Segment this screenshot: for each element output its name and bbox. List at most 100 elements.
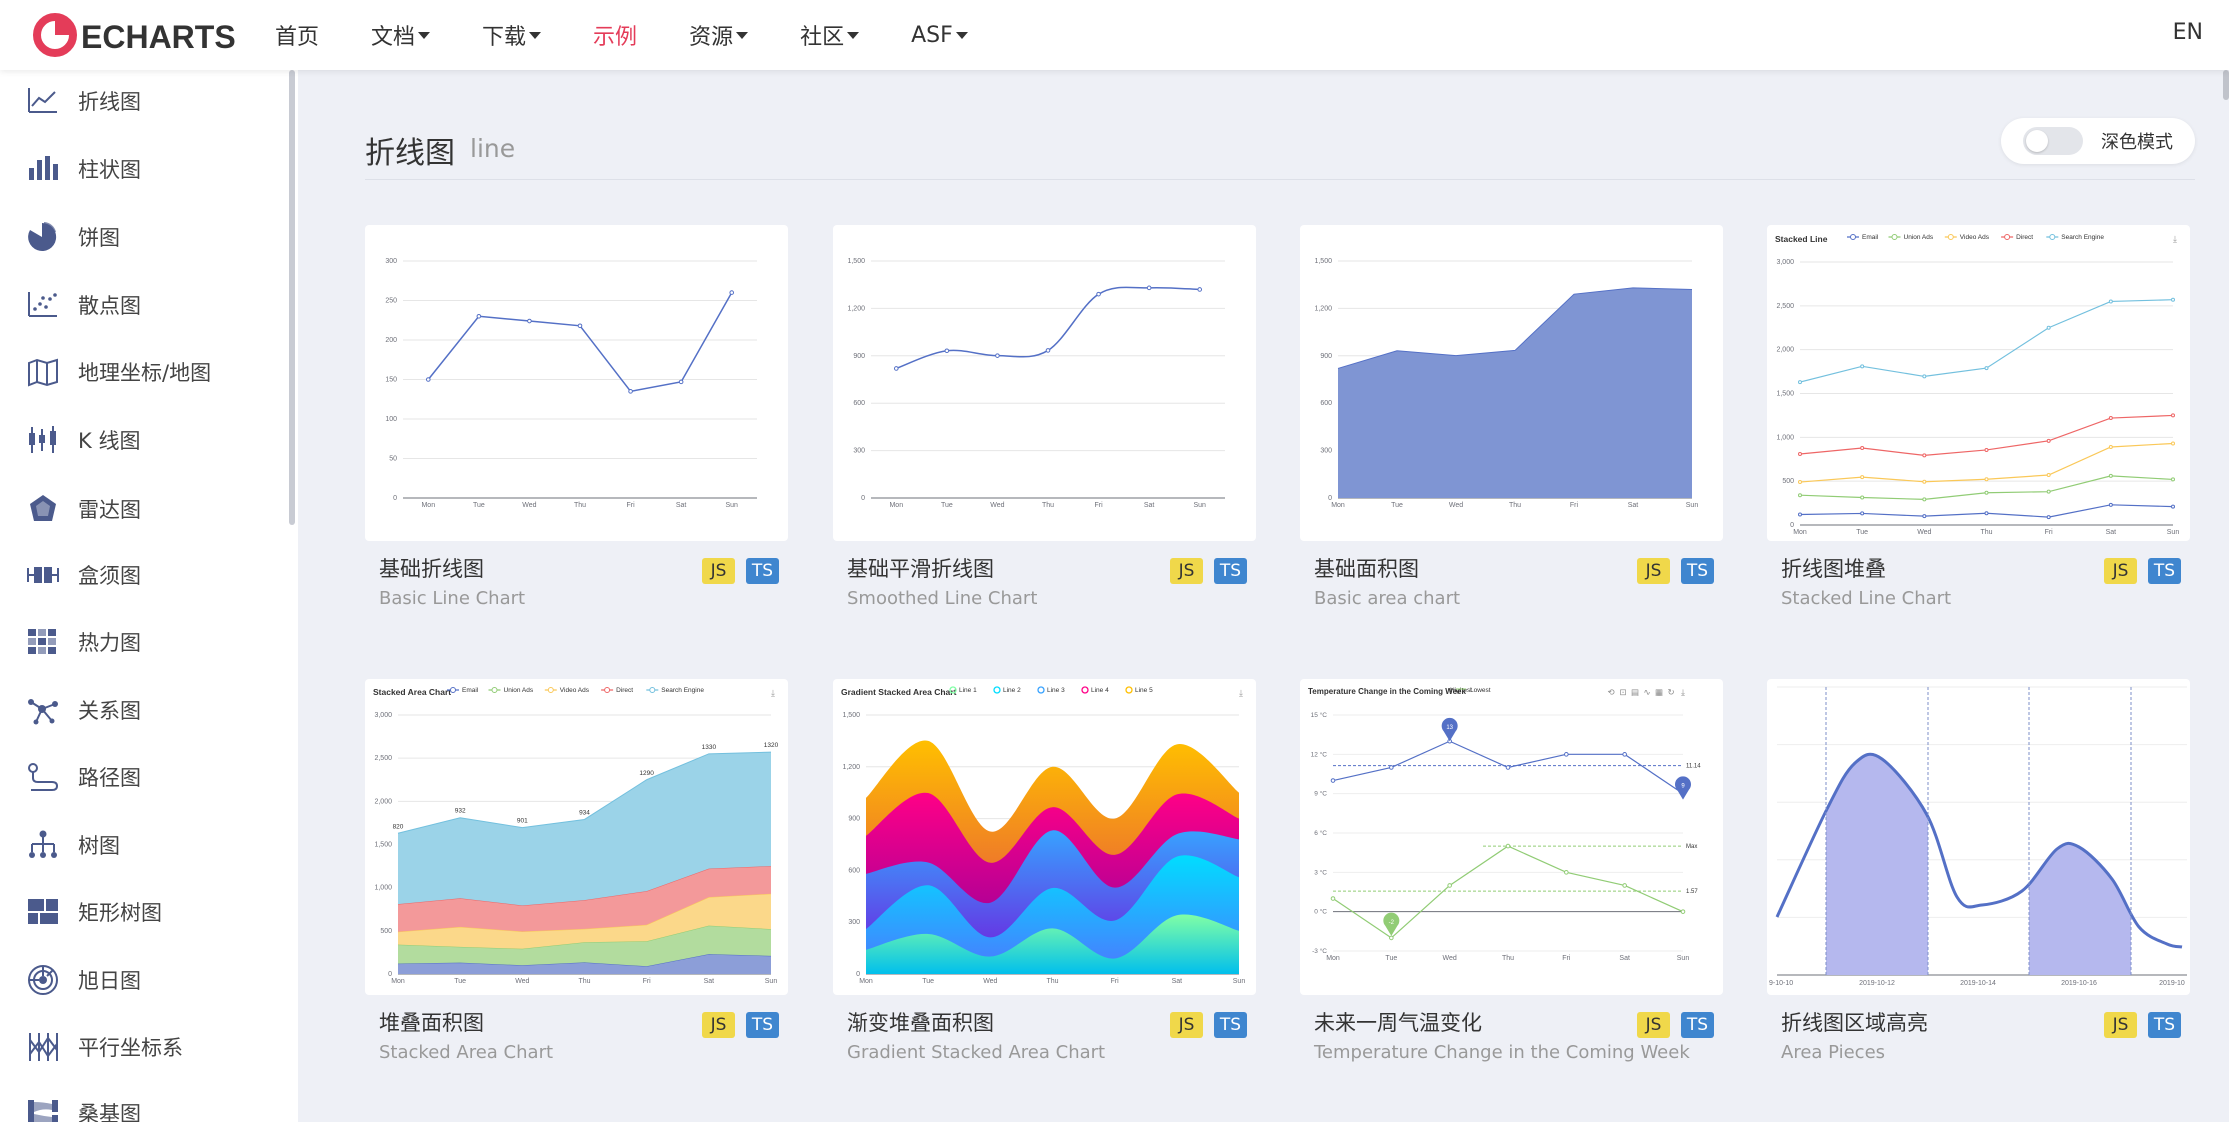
sidebar-item-8[interactable]: 热力图	[26, 622, 141, 662]
nav-item-0[interactable]: 首页	[275, 19, 319, 51]
js-badge[interactable]: JS	[702, 558, 735, 584]
nav-item-5[interactable]: 社区	[800, 19, 860, 51]
sidebar-item-3[interactable]: 散点图	[26, 285, 141, 325]
nav-label: 首页	[275, 25, 320, 50]
x-tick-label: Sun	[2167, 529, 2180, 536]
x-tick-label: 2019-10-16	[2061, 980, 2097, 987]
language-switch[interactable]: EN	[2173, 20, 2203, 45]
x-tick-label: Sun	[1193, 502, 1206, 509]
example-card-thumbnail[interactable]: 0 50 100 150 200 250 300 Mon Tue Wed Thu Fri Sat Sun	[365, 225, 788, 541]
ts-badge[interactable]: TS	[1214, 558, 1247, 584]
sidebar-item-4[interactable]: 地理坐标/地图	[26, 352, 211, 392]
js-badge[interactable]: JS	[702, 1012, 735, 1038]
sidebar-item-11[interactable]: 树图	[26, 825, 120, 865]
card-title[interactable]: 未来一周气温变化	[1314, 1007, 1482, 1037]
sidebar-scrollbar[interactable]	[289, 70, 295, 525]
js-badge[interactable]: JS	[2104, 558, 2137, 584]
echarts-logo[interactable]: ECHARTS	[30, 10, 245, 60]
js-badge[interactable]: JS	[1170, 1012, 1203, 1038]
data-point	[1197, 287, 1203, 292]
x-tick-label: Sun	[725, 502, 738, 509]
ts-badge[interactable]: TS	[1214, 1012, 1247, 1038]
caret-down-icon	[847, 31, 860, 39]
example-card-thumbnail[interactable]: Stacked Line Email Union Ads Video Ads Direc…	[1767, 225, 2190, 541]
sidebar-item-0[interactable]: 折线图	[26, 81, 141, 121]
nav-item-6[interactable]: ASF	[911, 23, 968, 48]
sidebar-item-15[interactable]: 桑基图	[26, 1093, 141, 1122]
y-tick-label: 0	[1790, 522, 1794, 529]
card-title[interactable]: 基础平滑折线图	[847, 553, 994, 583]
sidebar-item-6[interactable]: 雷达图	[26, 489, 141, 529]
sidebar-item-9[interactable]: 关系图	[26, 690, 141, 730]
data-point	[1146, 285, 1152, 291]
legend-label: Line 5	[1135, 687, 1153, 694]
card-subtitle: Stacked Area Chart	[379, 1042, 554, 1063]
card-title[interactable]: 渐变堆叠面积图	[847, 1007, 994, 1037]
legend-swatch-dot	[450, 687, 456, 693]
dark-mode-toggle[interactable]: 深色模式	[2001, 118, 2195, 164]
sidebar-item-10[interactable]: 路径图	[26, 757, 141, 797]
y-tick-label: 15 °C	[1311, 711, 1328, 719]
sidebar-item-7[interactable]: 盒须图	[26, 555, 141, 595]
nav-item-2[interactable]: 下载	[482, 19, 542, 51]
x-tick-label: Thu	[1502, 955, 1514, 962]
sidebar-item-label: 雷达图	[78, 498, 141, 522]
card-title[interactable]: 堆叠面积图	[379, 1007, 484, 1037]
sidebar-item-1[interactable]: 柱状图	[26, 149, 141, 189]
sidebar-item-13[interactable]: 旭日图	[26, 960, 141, 1000]
x-tick-label: 2019-10	[2159, 980, 2185, 987]
download-icon: ⤓	[2173, 234, 2177, 244]
example-card-thumbnail[interactable]: Stacked Area Chart Email Union Ads Video Ad…	[365, 679, 788, 995]
example-card-thumbnail[interactable]: Temperature Change in the Coming Week Hig…	[1300, 679, 1723, 995]
ts-badge[interactable]: TS	[746, 558, 779, 584]
data-label: 901	[517, 818, 528, 825]
js-badge[interactable]: JS	[2104, 1012, 2137, 1038]
x-tick-label: 2019-10-12	[1859, 980, 1895, 987]
example-card-thumbnail[interactable]: 0 300 600 900 1,200 1,500 Mon Tue Wed Thu Fri Sat Su…	[833, 225, 1256, 541]
card-title[interactable]: 基础折线图	[379, 553, 484, 583]
legend-label: Direct	[616, 687, 633, 694]
chart-title: Stacked Area Chart	[373, 687, 451, 697]
legend-swatch-dot	[649, 687, 656, 693]
example-card-thumbnail[interactable]: 9-10-10 2019-10-12 2019-10-14 2019-10-16 201…	[1767, 679, 2190, 995]
example-card-thumbnail[interactable]: Gradient Stacked Area Chart Line 1 Line 2 L…	[833, 679, 1256, 995]
card-subtitle: Smoothed Line Chart	[847, 588, 1038, 609]
sidebar-item-5[interactable]: K 线图	[26, 420, 140, 460]
ts-badge[interactable]: TS	[2148, 558, 2181, 584]
data-point	[425, 377, 431, 382]
nav-item-1[interactable]: 文档	[371, 19, 431, 51]
nav-item-4[interactable]: 资源	[689, 19, 749, 51]
x-tick-label: Fri	[1094, 502, 1103, 509]
js-badge[interactable]: JS	[1637, 558, 1670, 584]
y-tick-label: 1,500	[847, 258, 865, 265]
sidebar-item-14[interactable]: 平行坐标系	[26, 1027, 183, 1067]
y-tick-label: 50	[389, 456, 397, 463]
page-scrollbar[interactable]	[2223, 70, 2229, 100]
ts-badge[interactable]: TS	[746, 1012, 779, 1038]
card-title[interactable]: 折线图区域高亮	[1781, 1007, 1928, 1037]
data-point	[2046, 473, 2051, 478]
card-title[interactable]: 基础面积图	[1314, 553, 1419, 583]
ts-badge[interactable]: TS	[2148, 1012, 2181, 1038]
chart-thumbnail: 0 300 600 900 1,200 1,500 Mon Tue Wed Thu Fri Sat Su…	[1314, 258, 1698, 509]
y-tick-label: 1,200	[842, 764, 860, 771]
y-tick-label: 0 °C	[1314, 908, 1327, 916]
ts-badge[interactable]: TS	[1681, 558, 1714, 584]
js-badge[interactable]: JS	[1637, 1012, 1670, 1038]
sidebar-item-12[interactable]: 矩形树图	[26, 892, 162, 932]
data-point	[1860, 495, 1865, 500]
x-tick-label: Mon	[1326, 955, 1340, 962]
legend-swatch	[993, 686, 1001, 694]
js-badge[interactable]: JS	[1170, 558, 1203, 584]
y-tick-label: 1,200	[1314, 305, 1332, 312]
toolbox-icon: ▤	[1631, 687, 1639, 697]
data-point	[1505, 843, 1511, 849]
toggle-switch[interactable]	[2023, 127, 2083, 155]
sidebar-item-2[interactable]: 饼图	[26, 217, 120, 257]
ts-badge[interactable]: TS	[1681, 1012, 1714, 1038]
bar-chart-icon	[26, 152, 60, 186]
sidebar-item-label: 热力图	[78, 631, 141, 655]
nav-item-3[interactable]: 示例	[593, 19, 637, 51]
example-card-thumbnail[interactable]: 0 300 600 900 1,200 1,500 Mon Tue Wed Thu Fri Sat Su…	[1300, 225, 1723, 541]
card-title[interactable]: 折线图堆叠	[1781, 553, 1886, 583]
